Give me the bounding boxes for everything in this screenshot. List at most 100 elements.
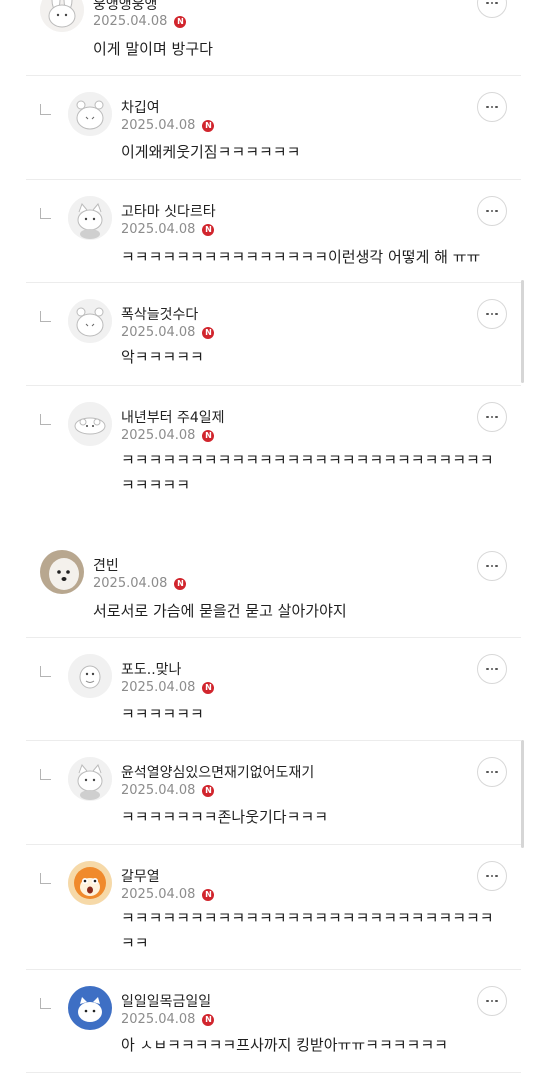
avatar[interactable] <box>68 92 112 136</box>
comment-meta: 2025.04.08 N <box>93 576 187 591</box>
comment-date: 2025.04.08 <box>93 576 168 591</box>
avatar[interactable] <box>40 0 84 32</box>
more-options-button[interactable] <box>477 0 507 18</box>
animal-character-icon <box>68 402 112 446</box>
divider <box>26 1072 521 1073</box>
new-badge: N <box>202 1013 215 1026</box>
comment-author[interactable]: 견빈 <box>93 555 119 575</box>
new-badge: N <box>202 888 215 901</box>
comment-author[interactable]: 내년부터 주4일제 <box>121 407 225 427</box>
comment-text: ㅋㅋㅋㅋㅋㅋㅋㅋㅋㅋㅋㅋㅋㅋㅋㅋㅋㅋㅋㅋㅋㅋㅋㅋㅋㅋㅋㅋㅋㅋㅋㅋ <box>121 451 494 494</box>
more-icon <box>486 415 498 419</box>
comment-text: 아 ㅅㅂㅋㅋㅋㅋㅋ프사까지 킹받아ㅠㅠㅋㅋㅋㅋㅋㅋ <box>121 1036 448 1054</box>
blue-cat-character-icon <box>68 986 112 1030</box>
more-icon <box>486 564 498 568</box>
more-options-button[interactable] <box>477 299 507 329</box>
comment-meta: 2025.04.08 N <box>121 118 215 133</box>
new-badge: N <box>202 223 215 236</box>
comment-date: 2025.04.08 <box>93 14 168 29</box>
reply-arrow-icon <box>40 873 51 884</box>
avatar[interactable] <box>68 861 112 905</box>
more-options-button[interactable] <box>477 92 507 122</box>
comment-author[interactable]: 폭삭늘것수다 <box>121 304 198 324</box>
comment-author[interactable]: 갈무열 <box>121 866 160 886</box>
orange-cartoon-icon <box>68 861 112 905</box>
cat-character-icon <box>68 196 112 240</box>
avatar[interactable] <box>68 196 112 240</box>
more-icon <box>486 770 498 774</box>
comment-meta: 2025.04.08 N <box>121 325 215 340</box>
divider <box>26 844 521 845</box>
divider <box>26 740 521 741</box>
comment-date: 2025.04.08 <box>121 783 196 798</box>
comment-text: 악ㅋㅋㅋㅋㅋ <box>121 348 204 366</box>
more-options-button[interactable] <box>477 757 507 787</box>
scrollbar[interactable] <box>521 740 524 848</box>
hamster-character-icon <box>68 299 112 343</box>
more-icon <box>486 209 498 213</box>
new-badge: N <box>174 577 187 590</box>
divider <box>26 969 521 970</box>
comment-date: 2025.04.08 <box>121 1012 196 1027</box>
reply-arrow-icon <box>40 666 51 677</box>
comment-author[interactable]: 고타마 싯다르타 <box>121 201 216 221</box>
scrollbar[interactable] <box>521 280 524 383</box>
more-options-button[interactable] <box>477 654 507 684</box>
avatar[interactable] <box>68 299 112 343</box>
comment-date: 2025.04.08 <box>121 680 196 695</box>
divider <box>26 385 521 386</box>
new-badge: N <box>202 784 215 797</box>
comment-date: 2025.04.08 <box>121 325 196 340</box>
avatar[interactable] <box>40 550 84 594</box>
cat-character-icon <box>68 757 112 801</box>
comment-text: 이게왜케웃기짐ㅋㅋㅋㅋㅋㅋ <box>121 143 301 161</box>
comment-text: 서로서로 가슴에 묻을건 묻고 살아가야지 <box>93 602 347 620</box>
more-options-button[interactable] <box>477 986 507 1016</box>
comment-author[interactable]: 일일일목금일일 <box>121 991 211 1011</box>
more-icon <box>486 874 498 878</box>
avatar[interactable] <box>68 402 112 446</box>
reply-arrow-icon <box>40 104 51 115</box>
new-badge: N <box>202 326 215 339</box>
more-options-button[interactable] <box>477 196 507 226</box>
comment-meta: 2025.04.08 N <box>121 680 215 695</box>
reply-arrow-icon <box>40 208 51 219</box>
comment-date: 2025.04.08 <box>121 222 196 237</box>
more-options-button[interactable] <box>477 402 507 432</box>
reply-arrow-icon <box>40 769 51 780</box>
avatar[interactable] <box>68 986 112 1030</box>
comment-meta: 2025.04.08 N <box>121 222 215 237</box>
comment-text: 이게 말이며 방구다 <box>93 40 213 58</box>
rabbit-character-icon <box>40 0 84 32</box>
comment-date: 2025.04.08 <box>121 118 196 133</box>
comment-meta: 2025.04.08 N <box>121 1012 215 1027</box>
hamster-character-icon <box>68 92 112 136</box>
comment-meta: 2025.04.08 N <box>121 887 215 902</box>
divider <box>26 637 521 638</box>
new-badge: N <box>202 119 215 132</box>
new-badge: N <box>202 429 215 442</box>
comment-author[interactable]: 차깁여 <box>121 97 160 117</box>
avatar[interactable] <box>68 654 112 698</box>
comment-text: ㅋㅋㅋㅋㅋㅋ <box>121 705 204 723</box>
more-icon <box>486 667 498 671</box>
more-options-button[interactable] <box>477 861 507 891</box>
comment-author[interactable]: 포도..맞나 <box>121 659 181 679</box>
avatar[interactable] <box>68 757 112 801</box>
reply-arrow-icon <box>40 311 51 322</box>
more-options-button[interactable] <box>477 551 507 581</box>
reply-arrow-icon <box>40 998 51 1009</box>
dog-photo-icon <box>40 550 84 594</box>
comment-meta: 2025.04.08 N <box>121 783 215 798</box>
comment-date: 2025.04.08 <box>121 428 196 443</box>
new-badge: N <box>202 681 215 694</box>
comment-text: ㅋㅋㅋㅋㅋㅋㅋㅋㅋㅋㅋㅋㅋㅋㅋ이런생각 어떻게 해 ㅠㅠ <box>121 248 481 266</box>
creature-character-icon <box>68 654 112 698</box>
comment-text: ㅋㅋㅋㅋㅋㅋㅋ존나웃기다ㅋㅋㅋ <box>121 808 329 826</box>
more-icon <box>486 999 498 1003</box>
comment-author[interactable]: 웅앵앵웅앵 <box>93 0 157 14</box>
divider <box>26 282 521 283</box>
comment-author[interactable]: 윤석열양심있으면재기없어도재기 <box>121 762 314 782</box>
comment-date: 2025.04.08 <box>121 887 196 902</box>
new-badge: N <box>174 15 187 28</box>
